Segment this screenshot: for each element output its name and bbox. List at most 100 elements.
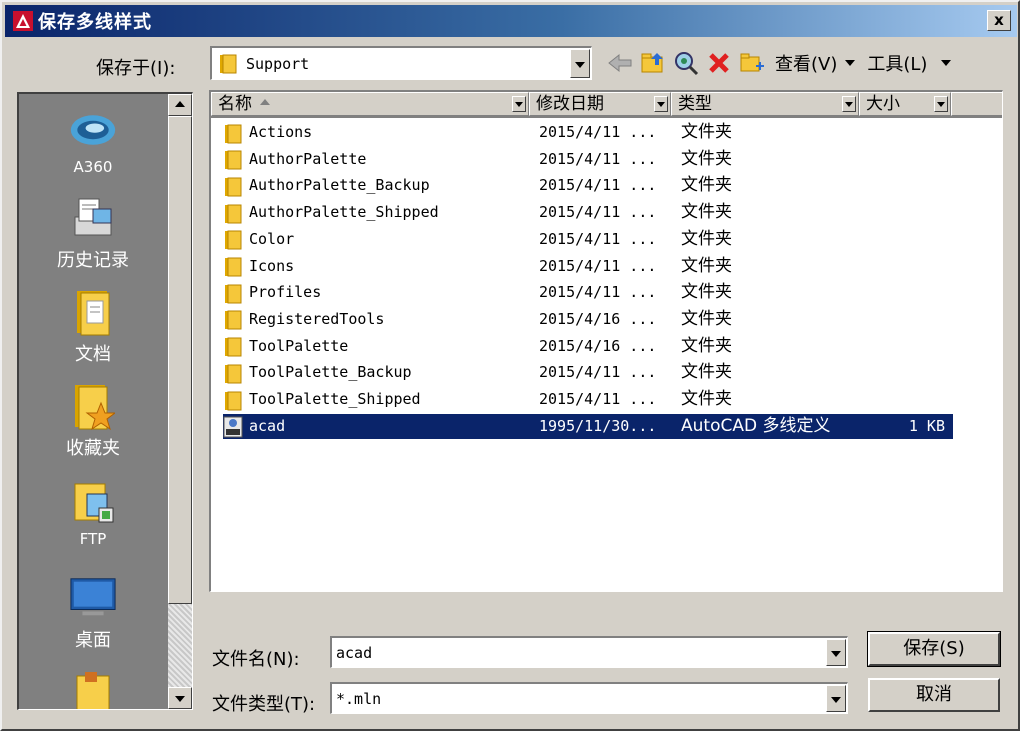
file-row[interactable]: ToolPalette_Shipped 2015/4/11 ... 文件夹 <box>223 387 953 412</box>
file-row[interactable]: AuthorPalette_Backup 2015/4/11 ... 文件夹 <box>223 173 953 198</box>
file-row[interactable]: ToolPalette 2015/4/16 ... 文件夹 <box>223 334 953 359</box>
chevron-down-icon[interactable] <box>941 60 952 66</box>
scroll-down-button[interactable] <box>168 687 192 709</box>
scroll-up-button[interactable] <box>168 94 192 116</box>
view-menu[interactable]: 查看(V) <box>775 50 837 76</box>
file-name-cell: AuthorPalette_Shipped <box>223 200 439 225</box>
filename-label: 文件名(N): <box>212 649 300 670</box>
chevron-down-icon[interactable] <box>845 60 856 66</box>
file-modified: 2015/4/16 ... <box>539 336 657 355</box>
place-more[interactable] <box>19 666 167 709</box>
column-filter-button[interactable] <box>934 96 948 112</box>
filetype-value: *.mln <box>336 689 382 708</box>
place-documents[interactable]: 文档 <box>19 288 167 366</box>
folder-icon <box>223 390 243 410</box>
file-modified: 2015/4/11 ... <box>539 203 657 222</box>
column-filter-button[interactable] <box>654 96 668 112</box>
close-icon: x <box>994 11 1004 29</box>
up-folder-icon[interactable] <box>639 49 667 77</box>
save-in-value: Support <box>246 54 310 73</box>
file-row[interactable]: Profiles 2015/4/11 ... 文件夹 <box>223 280 953 305</box>
scroll-thumb[interactable] <box>168 116 192 604</box>
file-row[interactable]: ToolPalette_Backup 2015/4/11 ... 文件夹 <box>223 360 953 385</box>
filename-value[interactable]: acad <box>336 644 372 662</box>
file-name-cell: Profiles <box>223 280 321 305</box>
chevron-down-icon <box>575 61 585 68</box>
file-type: 文件夹 <box>681 389 732 409</box>
file-name: Color <box>249 229 295 248</box>
folder-icon <box>223 176 243 197</box>
column-type-label: 类型 <box>678 94 712 114</box>
save-button[interactable]: 保存(S) <box>867 631 1001 667</box>
filetype-dropdown-button[interactable] <box>826 685 846 712</box>
folder-icon <box>223 123 243 143</box>
delete-icon[interactable] <box>705 49 733 77</box>
place-desktop[interactable]: 桌面 <box>19 574 167 652</box>
place-a360[interactable]: A360 <box>19 106 167 176</box>
file-name: RegisteredTools <box>249 309 385 328</box>
place-label: 历史记录 <box>57 250 129 271</box>
history-icon <box>69 194 117 242</box>
file-name: ToolPalette_Shipped <box>249 390 421 408</box>
mln-file-icon <box>223 416 243 438</box>
file-name-cell: ToolPalette <box>223 334 348 359</box>
file-row[interactable]: Icons 2015/4/11 ... 文件夹 <box>223 254 953 279</box>
column-header-size[interactable]: 大小 <box>859 92 951 116</box>
column-filter-button[interactable] <box>512 96 526 112</box>
place-favorites[interactable]: 收藏夹 <box>19 382 167 460</box>
filename-dropdown-button[interactable] <box>826 639 846 666</box>
places-scrollbar[interactable] <box>168 94 192 709</box>
file-row[interactable]: AuthorPalette_Shipped 2015/4/11 ... 文件夹 <box>223 200 953 225</box>
column-header-name[interactable]: 名称 <box>211 92 529 116</box>
file-name-cell: Actions <box>223 120 312 145</box>
file-row[interactable]: RegisteredTools 2015/4/16 ... 文件夹 <box>223 307 953 332</box>
column-header-type[interactable]: 类型 <box>671 92 859 116</box>
chevron-down-icon <box>831 696 841 703</box>
column-size-label: 大小 <box>866 94 900 114</box>
file-size: 1 KB <box>908 416 945 435</box>
places-bar: A360 历史记录 文档 收藏夹 FTP 桌面 <box>17 92 193 710</box>
filetype-combo[interactable]: *.mln <box>330 682 848 714</box>
a360-cloud-icon <box>69 106 117 154</box>
folder-icon <box>223 283 243 304</box>
cancel-button[interactable]: 取消 <box>868 678 1000 712</box>
search-web-icon[interactable] <box>672 49 700 77</box>
file-modified: 2015/4/11 ... <box>539 283 657 302</box>
sort-ascending-icon <box>260 99 270 105</box>
back-icon[interactable] <box>606 49 634 77</box>
column-filter-button[interactable] <box>842 96 856 112</box>
save-in-dropdown-button[interactable] <box>570 49 590 78</box>
file-row[interactable]: acad 1995/11/30... AutoCAD 多线定义 1 KB <box>223 413 953 439</box>
autocad-logo-icon <box>13 11 33 31</box>
filename-combo[interactable]: acad <box>330 636 848 668</box>
file-modified: 2015/4/11 ... <box>539 229 657 248</box>
file-row[interactable]: Actions 2015/4/11 ... 文件夹 <box>223 120 953 145</box>
file-type: 文件夹 <box>681 228 732 249</box>
file-type: 文件夹 <box>681 175 732 196</box>
file-type: 文件夹 <box>681 202 732 223</box>
place-label: 收藏夹 <box>66 438 120 459</box>
file-row[interactable]: Color 2015/4/11 ... 文件夹 <box>223 227 953 252</box>
new-folder-icon[interactable] <box>738 49 766 77</box>
tools-menu[interactable]: 工具(L) <box>867 50 927 76</box>
file-modified: 2015/4/11 ... <box>539 363 657 382</box>
folder-icon <box>69 666 117 709</box>
column-header-modified[interactable]: 修改日期 <box>529 92 671 116</box>
place-ftp[interactable]: FTP <box>19 478 167 548</box>
place-history[interactable]: 历史记录 <box>19 194 167 272</box>
close-button[interactable]: x <box>987 10 1011 31</box>
file-list[interactable]: 名称 修改日期 类型 大小 Actions 2015/4/11 ... 文件夹 Aut… <box>209 90 1003 592</box>
folder-icon <box>223 309 243 330</box>
folder-icon <box>223 229 243 250</box>
window-title: 保存多线样式 <box>38 12 152 33</box>
file-modified: 1995/11/30... <box>539 416 657 435</box>
file-name-cell: ToolPalette_Shipped <box>223 387 421 412</box>
file-type: 文件夹 <box>681 255 732 276</box>
save-in-combo[interactable]: Support <box>210 46 592 80</box>
file-row[interactable]: AuthorPalette 2015/4/11 ... 文件夹 <box>223 147 953 172</box>
file-name: ToolPalette <box>249 336 349 355</box>
save-multiline-style-dialog: 保存多线样式 x 保存于(I): Support 查看(V) 工具(L) A36… <box>0 0 1020 731</box>
header-divider <box>211 116 1002 118</box>
title-bar[interactable]: 保存多线样式 x <box>5 5 1017 37</box>
chevron-down-icon <box>515 102 523 107</box>
